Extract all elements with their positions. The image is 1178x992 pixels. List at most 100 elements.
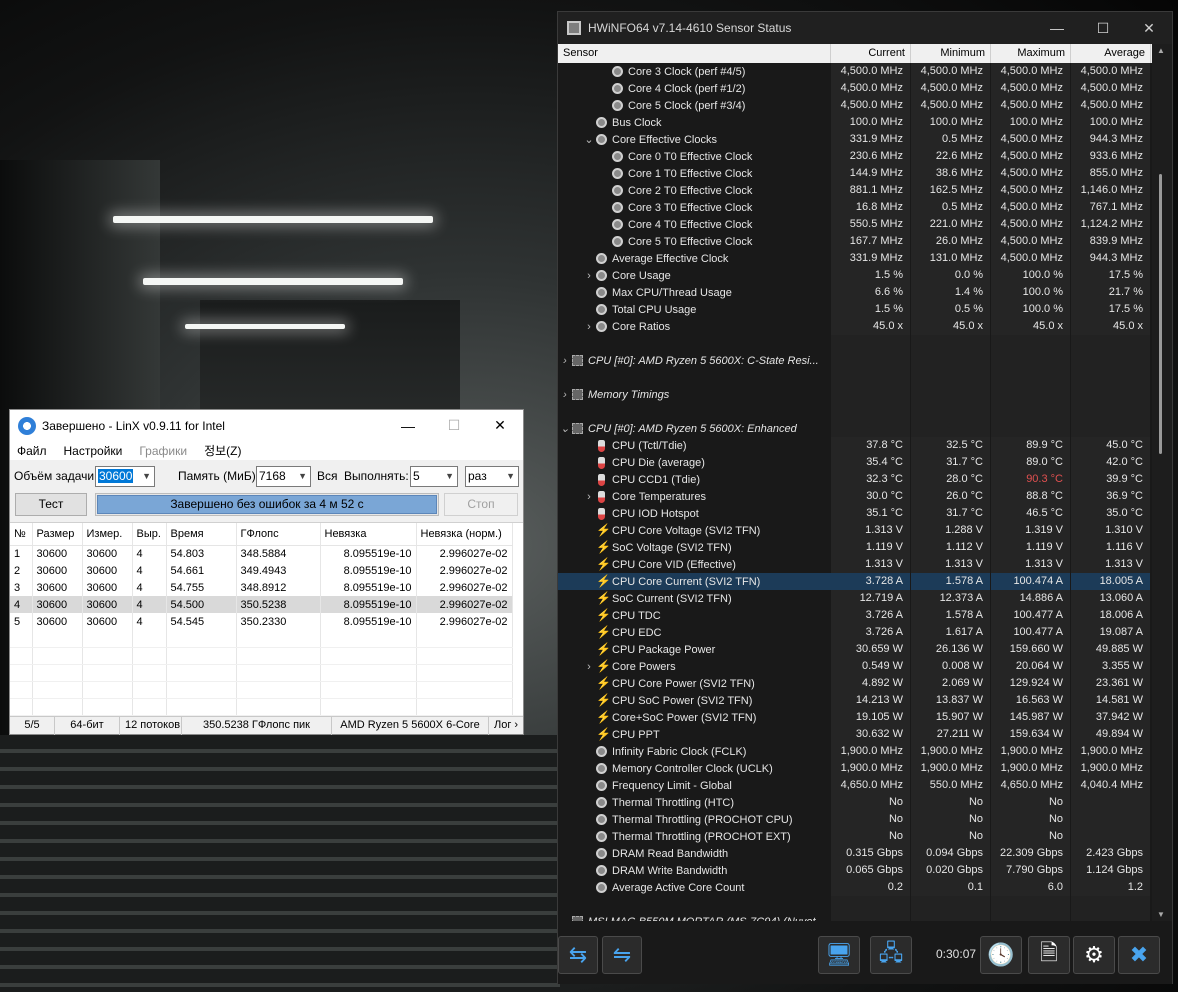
collapse-arrows-button[interactable]: ⇋	[602, 936, 642, 974]
minimize-button[interactable]: —	[1034, 12, 1080, 44]
menu-settings[interactable]: Настройки	[64, 444, 123, 458]
sensor-row[interactable]: Memory Controller Clock (UCLK) 1,900.0 MH…	[558, 760, 1152, 777]
results-column-header[interactable]: Невязка	[320, 523, 417, 546]
sensor-row[interactable]: Core 1 T0 Effective Clock 144.9 MHz 38.6 M…	[558, 165, 1152, 182]
results-column-header[interactable]: Размер	[32, 523, 83, 546]
sensor-row[interactable]: ⚡ CPU TDC 3.726 A 1.578 A 100.477 A 18.006 A	[558, 607, 1152, 624]
sensor-row[interactable]: CPU IOD Hotspot 35.1 °C 31.7 °C 46.5 °C 35.0…	[558, 505, 1152, 522]
results-column-header[interactable]: Время	[166, 523, 237, 546]
column-header-maximum[interactable]: Maximum	[991, 44, 1071, 63]
sensor-row[interactable]: ⚡ CPU Core Power (SVI2 TFN) 4.892 W 2.069 W…	[558, 675, 1152, 692]
column-header-current[interactable]: Current	[831, 44, 911, 63]
sensor-row[interactable]: DRAM Read Bandwidth 0.315 Gbps 0.094 Gbps 2…	[558, 845, 1152, 862]
sensor-row[interactable]: CPU (Tctl/Tdie) 37.8 °C 32.5 °C 89.9 °C 45.0…	[558, 437, 1152, 454]
column-header-minimum[interactable]: Minimum	[911, 44, 991, 63]
linx-titlebar[interactable]: Завершено - LinX v0.9.11 for Intel — ☐ ✕	[10, 410, 523, 441]
menu-file[interactable]: Файл	[17, 444, 47, 458]
sensor-row[interactable]: ⚡ SoC Current (SVI2 TFN) 12.719 A 12.373 A1…	[558, 590, 1152, 607]
sensor-row[interactable]: Core 4 T0 Effective Clock 550.5 MHz 221.0 …	[558, 216, 1152, 233]
sensor-row[interactable]: ⚡ CPU SoC Power (SVI2 TFN) 14.213 W 13.837 …	[558, 692, 1152, 709]
close-sensors-button[interactable]: ✖	[1118, 936, 1160, 974]
settings-gear-button[interactable]: ⚙	[1073, 936, 1115, 974]
sensor-row[interactable]: Infinity Fabric Clock (FCLK) 1,900.0 MHz 1…	[558, 743, 1152, 760]
hwinfo-titlebar[interactable]: HWiNFO64 v7.14-4610 Sensor Status — ☐ ✕	[558, 12, 1172, 44]
expand-chevron-icon[interactable]: ›	[582, 661, 596, 673]
sensor-row[interactable]: CPU CCD1 (Tdie) 32.3 °C 28.0 °C 90.3 °C 39.9…	[558, 471, 1152, 488]
sensor-row[interactable]: ⚡ CPU Package Power 30.659 W 26.136 W 159.66…	[558, 641, 1152, 658]
linx-close-button[interactable]: ✕	[477, 410, 523, 441]
sensor-row[interactable]: ⚡ CPU Core Current (SVI2 TFN) 3.728 A 1.578…	[558, 573, 1152, 590]
sensor-row[interactable]: ⚡ CPU Core Voltage (SVI2 TFN) 1.313 V 1.288…	[558, 522, 1152, 539]
sensor-row[interactable]: › ⚡ Core Powers 0.549 W 0.008 W 20.064 W 3.355…	[558, 658, 1152, 675]
logging-button[interactable]: 🗎	[1028, 936, 1070, 974]
sensor-row[interactable]: Core 2 T0 Effective Clock 881.1 MHz 162.5 …	[558, 182, 1152, 199]
results-column-header[interactable]: ГФлопс	[236, 523, 321, 546]
menu-info[interactable]: 정보(Z)	[204, 442, 241, 459]
table-row[interactable]: 3 30600 30600 4 54.755 348.8912 8.095519e-10 2.…	[10, 579, 513, 596]
sensor-row[interactable]: ⚡ CPU PPT 30.632 W 27.211 W 159.634 W 49.894 …	[558, 726, 1152, 743]
collapse-chevron-icon[interactable]: ⌄	[558, 422, 572, 435]
problem-size-combo[interactable]: 30600 ▼	[95, 466, 155, 487]
sensor-row[interactable]: Core 5 Clock (perf #3/4) 4,500.0 MHz 4,500…	[558, 97, 1152, 114]
sensor-row[interactable]: Bus Clock 100.0 MHz 100.0 MHz 100.0 MHz 100.…	[558, 114, 1152, 131]
sensor-row[interactable]: › Core Ratios 45.0 x 45.0 x 45.0 x 45.0 x	[558, 318, 1152, 335]
sensor-row[interactable]: Average Effective Clock 331.9 MHz 131.0 MH…	[558, 250, 1152, 267]
sensor-row[interactable]: › Core Usage 1.5 % 0.0 % 100.0 % 17.5 %	[558, 267, 1152, 284]
scrollbar-thumb[interactable]	[1159, 174, 1162, 454]
sensor-row[interactable]: Core 4 Clock (perf #1/2) 4,500.0 MHz 4,500…	[558, 80, 1152, 97]
run-count-combo[interactable]: 5 ▼	[410, 466, 458, 487]
table-row[interactable]: 2 30600 30600 4 54.661 349.4943 8.095519e-10 2.…	[10, 562, 513, 579]
sensor-row[interactable]: Average Active Core Count 0.2 0.1 6.0 1.2	[558, 879, 1152, 896]
sensor-group-row[interactable]: › Memory Timings	[558, 386, 1152, 403]
sensor-row[interactable]: ⚡ Core+SoC Power (SVI2 TFN) 19.105 W 15.907…	[558, 709, 1152, 726]
sensor-row[interactable]: Frequency Limit - Global 4,650.0 MHz 550.0…	[558, 777, 1152, 794]
close-button[interactable]: ✕	[1126, 12, 1172, 44]
results-column-header[interactable]: №	[10, 523, 33, 546]
test-button[interactable]: Тест	[15, 493, 87, 516]
status-log[interactable]: Лог ›	[489, 717, 523, 735]
sensor-group-row[interactable]: ⌄ CPU [#0]: AMD Ryzen 5 5600X: Enhanced	[558, 420, 1152, 437]
sensor-row[interactable]: Thermal Throttling (PROCHOT CPU) No No No	[558, 811, 1152, 828]
sensor-list[interactable]: Core 3 Clock (perf #4/5) 4,500.0 MHz 4,500…	[558, 63, 1152, 921]
results-column-header[interactable]: Невязка (норм.)	[416, 523, 513, 546]
sensor-group-row[interactable]: ⌄ MSI MAG B550M MORTAR (MS-7C94) (Nuvot..…	[558, 913, 1152, 921]
expand-chevron-icon[interactable]: ›	[582, 270, 596, 282]
results-table[interactable]: № Размер Измер. Выр. Время ГФлопс Невязка Невяз…	[10, 522, 523, 715]
linx-minimize-button[interactable]: —	[385, 410, 431, 441]
collapse-chevron-icon[interactable]: ⌄	[558, 915, 572, 921]
scroll-up-arrow-icon[interactable]: ▲	[1157, 46, 1165, 55]
collapse-chevron-icon[interactable]: ⌄	[582, 133, 596, 146]
expand-chevron-icon[interactable]: ›	[582, 321, 596, 333]
sensor-row[interactable]: Core 3 Clock (perf #4/5) 4,500.0 MHz 4,500…	[558, 63, 1152, 80]
sensor-row[interactable]: Core 0 T0 Effective Clock 230.6 MHz 22.6 M…	[558, 148, 1152, 165]
memory-combo[interactable]: 7168 ▼	[256, 466, 311, 487]
network-button[interactable]: 🖧	[870, 936, 912, 974]
column-header-sensor[interactable]: Sensor	[558, 44, 831, 63]
monitor-button[interactable]: 🖥	[818, 936, 860, 974]
expand-chevron-icon[interactable]: ›	[582, 491, 596, 503]
results-column-header[interactable]: Выр.	[132, 523, 167, 546]
sensor-group-row[interactable]: › CPU [#0]: AMD Ryzen 5 5600X: C-State Re…	[558, 352, 1152, 369]
sensor-row[interactable]: DRAM Write Bandwidth 0.065 Gbps 0.020 Gbps…	[558, 862, 1152, 879]
expand-chevron-icon[interactable]: ›	[558, 355, 572, 367]
table-row[interactable]: 5 30600 30600 4 54.545 350.2330 8.095519e-10 2.…	[10, 613, 513, 630]
expand-chevron-icon[interactable]: ›	[558, 389, 572, 401]
sensor-row[interactable]: ⚡ SoC Voltage (SVI2 TFN) 1.119 V 1.112 V 1.1…	[558, 539, 1152, 556]
sensor-row[interactable]: Max CPU/Thread Usage 6.6 % 1.4 % 100.0 % 21.…	[558, 284, 1152, 301]
column-header-average[interactable]: Average	[1071, 44, 1151, 63]
table-row[interactable]: 1 30600 30600 4 54.803 348.5884 8.095519e-10 2.…	[10, 545, 513, 562]
clock-reset-button[interactable]: 🕓	[980, 936, 1022, 974]
maximize-button[interactable]: ☐	[1080, 12, 1126, 44]
sensor-row[interactable]: Total CPU Usage 1.5 % 0.5 % 100.0 % 17.5 %	[558, 301, 1152, 318]
sensor-row[interactable]: ⌄ Core Effective Clocks 331.9 MHz 0.5 MHz 4,…	[558, 131, 1152, 148]
sensor-row[interactable]: ⚡ CPU EDC 3.726 A 1.617 A 100.477 A 19.087 A	[558, 624, 1152, 641]
scroll-down-arrow-icon[interactable]: ▼	[1157, 910, 1165, 919]
expand-arrows-button[interactable]: ⇆	[558, 936, 598, 974]
all-memory-label[interactable]: Вся	[317, 469, 338, 483]
sensor-row[interactable]: Core 3 T0 Effective Clock 16.8 MHz 0.5 MHz…	[558, 199, 1152, 216]
sensor-row[interactable]: Thermal Throttling (HTC) No No No	[558, 794, 1152, 811]
table-row[interactable]: 4 30600 30600 4 54.500 350.5238 8.095519e-10 2.…	[10, 596, 513, 613]
run-unit-combo[interactable]: раз ▼	[465, 466, 519, 487]
sensor-row[interactable]: Thermal Throttling (PROCHOT EXT) No No No	[558, 828, 1152, 845]
sensor-row[interactable]: CPU Die (average) 35.4 °C 31.7 °C 89.0 °C 42…	[558, 454, 1152, 471]
